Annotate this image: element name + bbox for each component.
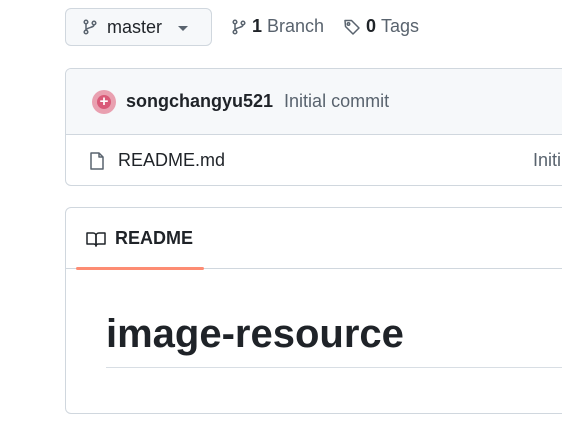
readme-heading: image-resource — [106, 309, 562, 368]
book-icon — [86, 231, 106, 247]
branch-name: master — [107, 16, 163, 37]
commit-message-link[interactable]: Initial commit — [284, 91, 389, 112]
branches-count: 1 — [252, 16, 263, 36]
commit-author-link[interactable]: songchangyu521 — [126, 91, 273, 112]
file-row[interactable]: README.md Initi — [66, 135, 562, 185]
file-icon — [89, 151, 105, 170]
readme-panel: README image-resource — [65, 207, 562, 414]
readme-content: image-resource — [66, 269, 562, 368]
branches-link[interactable]: 1 Branch — [231, 16, 324, 37]
readme-tab-bar: README — [66, 208, 562, 270]
tab-readme[interactable]: README — [76, 208, 204, 270]
branches-label: Branch — [267, 16, 325, 36]
file-commit-message-link[interactable]: Initi — [533, 150, 561, 171]
readme-tab-label: README — [115, 228, 194, 248]
branch-selector-button[interactable]: master — [65, 8, 212, 46]
repository-page: master 1 Branch 0 Tags + songchangyu521 … — [0, 0, 562, 431]
tags-link[interactable]: 0 Tags — [343, 16, 419, 37]
active-tab-underline — [76, 267, 204, 270]
avatar[interactable] — [92, 89, 116, 114]
git-branch-icon — [82, 19, 98, 35]
file-browser: songchangyu521 Initial commit README.md … — [65, 68, 562, 186]
tags-count: 0 — [366, 16, 377, 36]
tags-label: Tags — [381, 16, 420, 36]
latest-commit-row: songchangyu521 Initial commit — [66, 69, 562, 135]
chevron-down-icon — [178, 25, 189, 31]
git-branch-icon — [231, 18, 247, 35]
tag-icon — [343, 18, 361, 36]
file-name-link[interactable]: README.md — [118, 150, 225, 171]
